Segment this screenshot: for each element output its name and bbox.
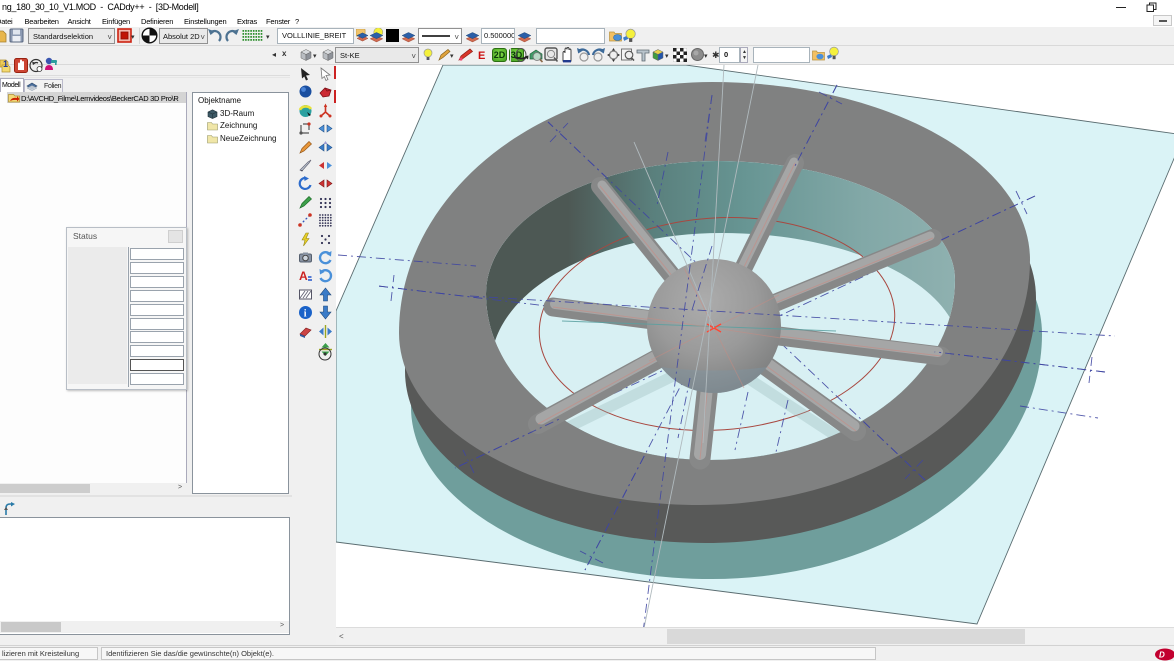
svg-text:D: D xyxy=(1159,651,1165,660)
svg-text:A: A xyxy=(299,269,308,283)
svg-text:i: i xyxy=(304,309,307,320)
svg-text:1: 1 xyxy=(3,59,8,69)
